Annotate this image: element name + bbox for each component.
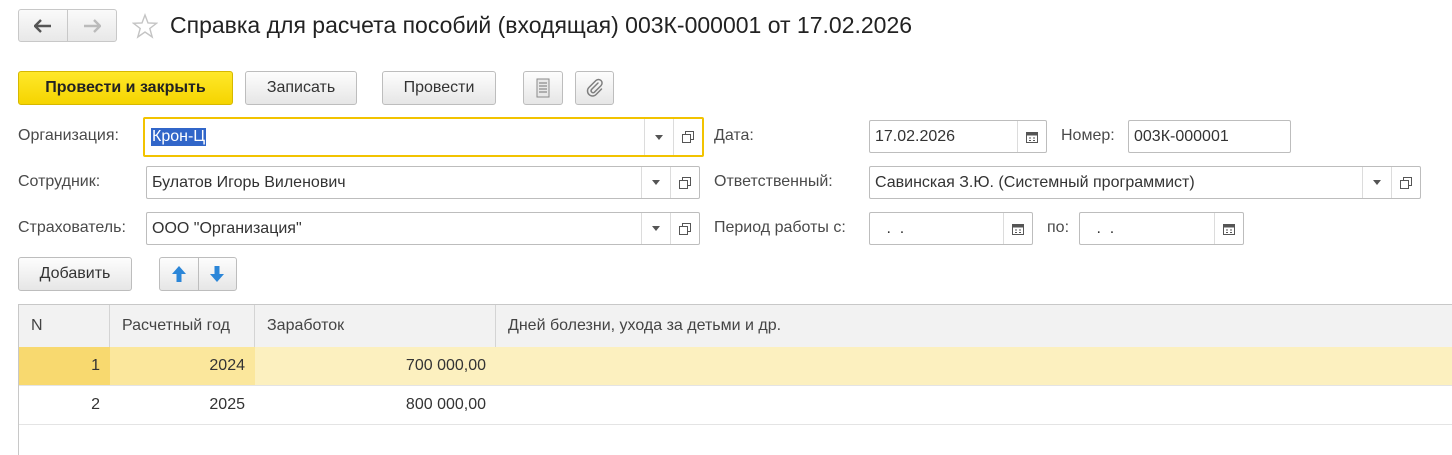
cell-earnings: 800 000,00	[405, 396, 486, 413]
calendar-icon	[1012, 223, 1024, 235]
column-header-earnings[interactable]: Заработок	[255, 305, 496, 347]
organization-field[interactable]: Крон-Ц	[143, 117, 704, 157]
table-header: N Расчетный год Заработок Дней болезни, …	[19, 305, 1452, 348]
move-up-button[interactable]	[160, 258, 198, 290]
number-label: Номер:	[1061, 127, 1115, 144]
organization-label: Организация:	[18, 127, 119, 144]
forward-button[interactable]	[67, 10, 116, 41]
dropdown-button[interactable]	[641, 167, 670, 198]
chevron-down-icon	[1373, 180, 1381, 185]
chevron-down-icon	[652, 226, 660, 231]
responsible-label: Ответственный:	[714, 173, 833, 190]
arrow-down-icon	[210, 266, 225, 282]
cell-earnings: 700 000,00	[405, 357, 486, 374]
employee-value: Булатов Игорь Виленович	[152, 173, 346, 191]
dropdown-button[interactable]	[1362, 167, 1391, 198]
cell-n: 1	[19, 347, 110, 385]
earnings-table: N Расчетный год Заработок Дней болезни, …	[18, 304, 1452, 455]
move-down-button[interactable]	[197, 258, 237, 290]
calendar-icon	[1223, 223, 1235, 235]
favorite-star-icon[interactable]	[131, 12, 159, 40]
dropdown-button[interactable]	[641, 213, 670, 244]
table-row[interactable]: 2 2025 800 000,00	[19, 386, 1452, 425]
responsible-value: Савинская З.Ю. (Системный программист)	[875, 173, 1195, 191]
add-row-button[interactable]: Добавить	[18, 257, 132, 291]
number-field[interactable]: 003К-000001	[1128, 120, 1291, 153]
calendar-icon	[1026, 131, 1038, 143]
chevron-down-icon	[655, 134, 663, 140]
open-button[interactable]	[670, 213, 699, 244]
dropdown-button[interactable]	[644, 119, 673, 155]
chevron-down-icon	[652, 180, 660, 185]
page-title: Справка для расчета пособий (входящая) 0…	[170, 12, 913, 38]
cell-year: 2025	[209, 396, 245, 413]
insurer-field[interactable]: ООО "Организация"	[146, 212, 700, 245]
column-header-days[interactable]: Дней болезни, ухода за детьми и др.	[496, 305, 1452, 347]
document-list-icon	[536, 78, 550, 98]
move-buttons	[159, 257, 237, 291]
column-header-year[interactable]: Расчетный год	[110, 305, 255, 347]
open-window-icon	[1400, 176, 1412, 189]
navigation-buttons	[18, 9, 117, 42]
insurer-label: Страхователь:	[18, 219, 126, 236]
open-window-icon	[682, 131, 694, 143]
employee-label: Сотрудник:	[18, 173, 101, 190]
arrow-left-icon	[34, 18, 51, 33]
table-row[interactable]: 1 2024 700 000,00	[19, 347, 1452, 386]
paperclip-icon	[586, 78, 603, 97]
organization-value: Крон-Ц	[151, 128, 207, 146]
attach-file-button[interactable]	[575, 71, 614, 105]
cell-days	[496, 347, 1452, 385]
period-from-field[interactable]: . .	[869, 212, 1033, 245]
open-window-icon	[679, 222, 691, 235]
date-field[interactable]: 17.02.2026	[869, 120, 1047, 153]
open-button[interactable]	[673, 119, 702, 155]
save-button[interactable]: Записать	[245, 71, 357, 105]
cell-days	[496, 386, 1452, 424]
insurer-value: ООО "Организация"	[152, 219, 302, 237]
arrow-up-icon	[171, 266, 186, 282]
cell-year: 2024	[110, 347, 255, 385]
cell-n: 2	[91, 396, 100, 413]
calendar-button[interactable]	[1003, 213, 1032, 244]
post-button[interactable]: Провести	[382, 71, 496, 105]
open-window-icon	[679, 176, 691, 189]
post-and-close-button[interactable]: Провести и закрыть	[18, 71, 233, 105]
calendar-button[interactable]	[1214, 213, 1243, 244]
period-to-value: . .	[1092, 219, 1119, 237]
arrow-right-icon	[84, 18, 101, 33]
print-button[interactable]	[523, 71, 563, 105]
responsible-field[interactable]: Савинская З.Ю. (Системный программист)	[869, 166, 1421, 199]
date-value: 17.02.2026	[875, 127, 956, 145]
back-button[interactable]	[19, 10, 67, 41]
period-from-value: . .	[882, 219, 909, 237]
open-button[interactable]	[670, 167, 699, 198]
period-from-label: Период работы с:	[714, 219, 846, 236]
number-value: 003К-000001	[1134, 127, 1229, 145]
date-label: Дата:	[714, 127, 754, 144]
calendar-button[interactable]	[1017, 121, 1046, 152]
employee-field[interactable]: Булатов Игорь Виленович	[146, 166, 700, 199]
column-header-n[interactable]: N	[19, 305, 110, 347]
period-to-label: по:	[1047, 219, 1070, 236]
period-to-field[interactable]: . .	[1079, 212, 1244, 245]
open-button[interactable]	[1391, 167, 1420, 198]
